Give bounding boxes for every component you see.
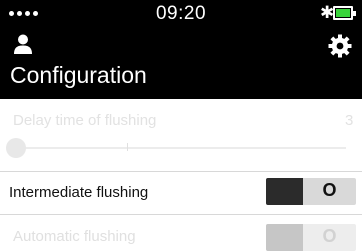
app-header: 09:20 ✱ Configuration [0,0,362,99]
page-title: Configuration [10,62,147,88]
delay-time-slider-thumb[interactable] [6,138,26,158]
intermediate-flushing-label: Intermediate flushing [9,184,149,201]
automatic-flushing-toggle[interactable]: O [266,224,356,251]
delay-time-slider-tick [127,143,128,151]
delay-time-value: 3 [345,112,354,129]
toggle-state-text: O [322,226,337,246]
delay-time-slider-track [14,147,346,149]
delay-time-label: Delay time of flushing [13,112,157,129]
status-bar: 09:20 ✱ [0,0,362,26]
toggle-knob [266,224,303,251]
gear-icon[interactable] [328,34,352,58]
toggle-knob [266,178,303,205]
user-icon[interactable] [12,33,34,55]
delay-time-setting: Delay time of flushing 3 [0,99,362,170]
intermediate-flushing-toggle[interactable]: O [266,178,356,205]
battery-icon [333,6,356,20]
toggle-state-text: O [322,180,337,200]
automatic-flushing-label: Automatic flushing [13,228,136,245]
status-time: 09:20 [155,3,207,24]
